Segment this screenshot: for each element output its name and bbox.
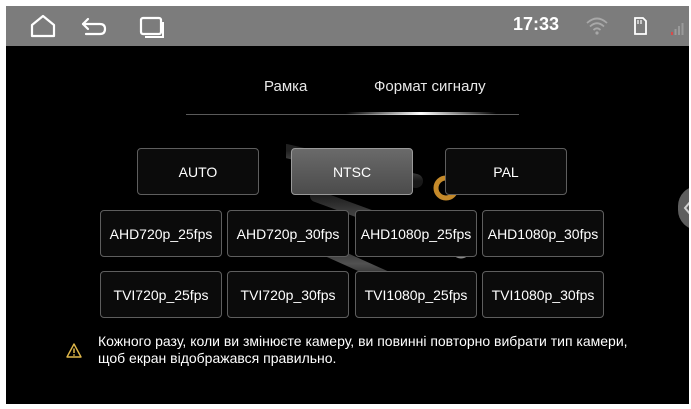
status-bar: 17:33	[6, 6, 689, 46]
auto-button[interactable]: AUTO	[137, 148, 259, 195]
warning-text: Кожного разу, коли ви змінюєте камеру, в…	[98, 333, 628, 366]
tab-frame[interactable]: Рамка	[264, 78, 307, 95]
clock: 17:33	[513, 14, 560, 34]
pal-button[interactable]: PAL	[445, 148, 567, 195]
ntsc-button[interactable]: NTSC	[291, 148, 413, 195]
tvi1080p-25fps-button[interactable]: TVI1080p_25fps	[355, 271, 477, 318]
tab-signal-format[interactable]: Формат сигналу	[374, 78, 486, 95]
chevron-left-icon	[683, 201, 689, 215]
warning-triangle-icon	[66, 343, 82, 363]
tab-bar: Рамка Формат сигналу	[186, 66, 519, 126]
ahd1080p-30fps-button[interactable]: AHD1080p_30fps	[482, 210, 604, 257]
home-icon[interactable]	[30, 14, 56, 43]
tvi720p-25fps-button[interactable]: TVI720p_25fps	[100, 271, 222, 318]
screen: 17:33 Рамка Формат сигналу AUTO NTSC PAL…	[6, 6, 689, 404]
sd-card-icon	[633, 17, 647, 40]
warning-notice: Кожного разу, коли ви змінюєте камеру, в…	[66, 333, 676, 373]
wifi-icon	[586, 17, 608, 40]
ahd720p-25fps-button[interactable]: AHD720p_25fps	[100, 210, 222, 257]
ahd1080p-25fps-button[interactable]: AHD1080p_25fps	[355, 210, 477, 257]
signal-icon	[670, 22, 684, 41]
tvi720p-30fps-button[interactable]: TVI720p_30fps	[227, 271, 349, 318]
tab-active-indicator	[346, 112, 496, 115]
side-panel-handle[interactable]	[678, 186, 689, 230]
ahd720p-30fps-button[interactable]: AHD720p_30fps	[227, 210, 349, 257]
tvi1080p-30fps-button[interactable]: TVI1080p_30fps	[482, 271, 604, 318]
back-icon[interactable]	[80, 14, 108, 43]
recent-apps-icon[interactable]	[138, 14, 166, 43]
